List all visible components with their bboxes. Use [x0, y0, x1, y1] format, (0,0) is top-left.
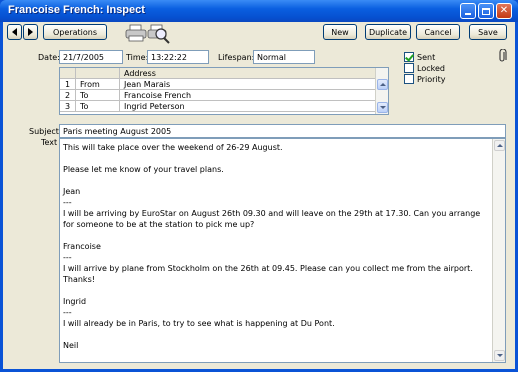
table-row[interactable]: 3 To Ingrid Peterson — [60, 101, 376, 112]
priority-checkbox[interactable] — [404, 74, 414, 84]
cancel-button[interactable]: Cancel — [416, 24, 460, 40]
print-preview-icon[interactable] — [147, 24, 171, 44]
priority-label: Priority — [417, 75, 446, 84]
previous-record-button[interactable] — [7, 24, 22, 40]
table-row[interactable]: 2 To Francoise French — [60, 90, 376, 101]
date-label: Date: — [38, 53, 60, 62]
save-button[interactable]: Save — [469, 24, 507, 40]
address-cell[interactable]: Ingrid Peterson — [120, 101, 376, 112]
time-field[interactable]: 13:22:22 — [147, 50, 209, 64]
close-button[interactable]: ✕ — [496, 3, 512, 19]
scroll-down-button[interactable] — [494, 350, 505, 361]
address-table-scrollbar[interactable] — [375, 68, 388, 114]
scroll-up-button[interactable] — [377, 79, 388, 90]
text-label: Text — [41, 138, 58, 147]
address-cell[interactable]: Francoise French — [120, 90, 376, 101]
subject-label: Subject: — [29, 127, 62, 136]
sent-checkbox[interactable] — [404, 52, 414, 62]
maximize-button[interactable] — [478, 3, 494, 19]
header-type-cell — [76, 68, 120, 79]
next-record-button[interactable] — [23, 24, 38, 40]
address-type-cell[interactable]: To — [76, 101, 120, 112]
operations-button[interactable]: Operations — [43, 24, 107, 40]
address-table: Address 1 From Jean Marais 2 To Francois… — [59, 67, 389, 115]
row-number: 1 — [60, 79, 76, 90]
window-title: Francoise French: Inspect — [8, 4, 145, 16]
address-column-header: Address — [124, 69, 156, 78]
minimize-button[interactable] — [460, 3, 476, 19]
locked-label: Locked — [417, 64, 445, 73]
scroll-down-button[interactable] — [377, 102, 388, 113]
address-type-cell[interactable]: From — [76, 79, 120, 90]
app-window: Francoise French: Inspect ✕ Operations N… — [0, 0, 518, 372]
maximize-icon — [482, 7, 490, 15]
table-row[interactable]: 1 From Jean Marais — [60, 79, 376, 90]
text-area-scrollbar[interactable] — [492, 139, 505, 362]
new-button[interactable]: New — [323, 24, 357, 40]
sent-label: Sent — [417, 53, 436, 62]
row-number: 2 — [60, 90, 76, 101]
minimize-icon — [465, 13, 471, 15]
attachment-icon[interactable] — [498, 48, 508, 63]
locked-checkbox[interactable] — [404, 63, 414, 73]
table-header: Address — [60, 68, 376, 79]
title-bar[interactable]: Francoise French: Inspect ✕ — [0, 0, 518, 22]
time-label: Time: — [126, 53, 149, 62]
subject-field[interactable]: Paris meeting August 2005 — [59, 124, 506, 138]
close-icon: ✕ — [499, 5, 509, 16]
scroll-up-button[interactable] — [494, 140, 505, 151]
lifespan-label: Lifespan: — [218, 53, 255, 62]
message-body[interactable]: This will take place over the weekend of… — [63, 142, 483, 351]
address-cell[interactable]: Jean Marais — [120, 79, 376, 90]
print-icon[interactable] — [125, 24, 147, 42]
date-field[interactable]: 21/7/2005 — [59, 50, 123, 64]
message-text-area[interactable]: This will take place over the weekend of… — [59, 138, 506, 363]
inspect-window-body: Operations New Duplicate Cancel Save Dat… — [3, 22, 515, 369]
row-number: 3 — [60, 101, 76, 112]
address-type-cell[interactable]: To — [76, 90, 120, 101]
duplicate-button[interactable]: Duplicate — [365, 24, 411, 40]
header-num-cell — [60, 68, 76, 79]
lifespan-field[interactable]: Normal — [253, 50, 315, 64]
